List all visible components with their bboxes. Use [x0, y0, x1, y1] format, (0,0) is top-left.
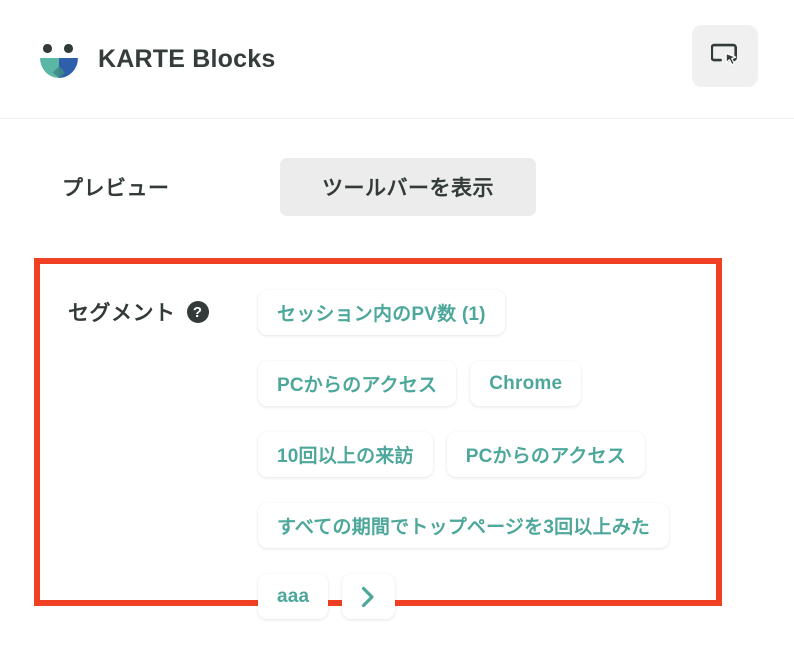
brand: KARTE Blocks [38, 38, 275, 80]
main-content: プレビュー ツールバーを表示 セグメント ? セッション内のPV数 (1) PC… [0, 119, 794, 619]
segment-chip[interactable]: PCからのアクセス [258, 361, 457, 406]
show-toolbar-button[interactable]: ツールバーを表示 [280, 158, 536, 216]
karte-smiley-logo-icon [38, 38, 80, 80]
logo-eye-right [64, 44, 73, 53]
segment-chip[interactable]: PCからのアクセス [446, 432, 645, 477]
preview-row: プレビュー ツールバーを表示 [0, 119, 794, 216]
logo-eye-left [43, 44, 52, 53]
select-element-cursor-icon [711, 43, 739, 69]
segment-chip-list: セッション内のPV数 (1) PCからのアクセス Chrome 10回以上の来訪… [258, 290, 716, 619]
preview-label: プレビュー [62, 177, 170, 200]
segment-chip[interactable]: すべての期間でトップページを3回以上みた [258, 503, 670, 548]
segment-chip[interactable]: セッション内のPV数 (1) [258, 290, 505, 335]
select-element-button[interactable] [692, 25, 758, 87]
segment-chip[interactable]: Chrome [470, 361, 582, 406]
segment-label-wrap: セグメント ? [40, 290, 258, 334]
logo-mouth [40, 58, 78, 78]
segment-next-button[interactable] [342, 574, 396, 619]
segment-panel-highlighted: セグメント ? セッション内のPV数 (1) PCからのアクセス Chrome … [34, 258, 722, 619]
segment-chip[interactable]: 10回以上の来訪 [258, 432, 433, 477]
app-root: KARTE Blocks プレビュー ツールバーを表示 セグメント ? セッショ… [0, 0, 794, 648]
app-header: KARTE Blocks [0, 0, 794, 119]
question-mark-icon[interactable]: ? [186, 301, 209, 323]
chevron-right-icon [361, 586, 376, 608]
page-title: KARTE Blocks [98, 44, 276, 73]
segment-label: セグメント [68, 302, 176, 325]
segment-chip[interactable]: aaa [258, 574, 329, 619]
